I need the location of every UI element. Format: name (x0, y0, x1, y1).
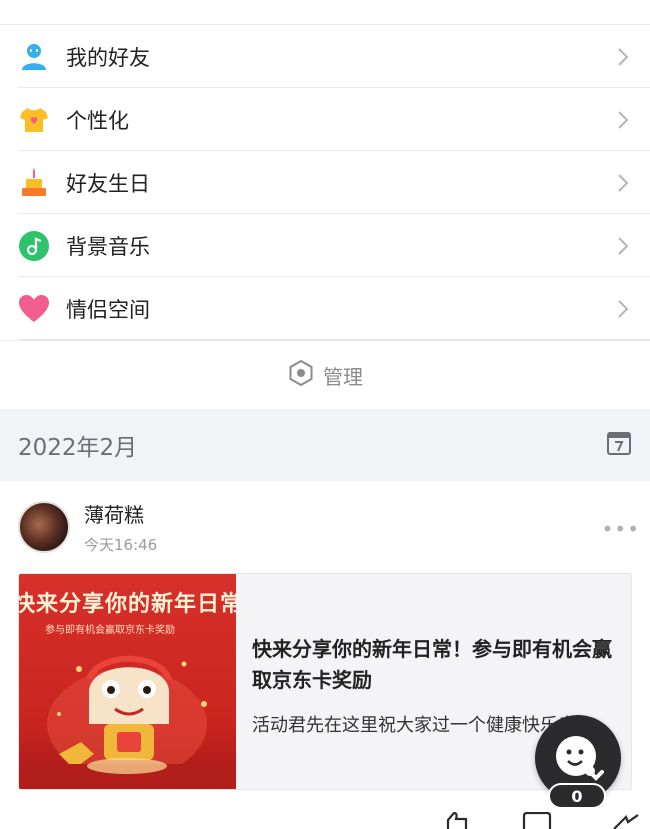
chevron-right-icon (608, 47, 638, 67)
share-icon[interactable] (608, 812, 650, 829)
menu-item-label: 情侣空间 (66, 297, 150, 322)
card-title: 快来分享你的新年日常！参与即有机会赢取京东卡奖励 (252, 637, 612, 692)
manage-label: 管理 (323, 364, 363, 389)
manage-button[interactable]: 管理 (0, 340, 650, 409)
comment-icon[interactable] (520, 811, 554, 829)
avatar[interactable] (18, 501, 70, 553)
tshirt-icon (17, 103, 51, 137)
menu-item-friend-birthday[interactable]: 好友生日 (0, 151, 650, 214)
more-options-icon[interactable]: ••• (602, 517, 640, 541)
month-label: 2022年2月 (18, 435, 138, 461)
month-header: 2022年2月 (0, 409, 650, 481)
assistant-badge-count: 0 (548, 783, 606, 809)
menu-item-background-music[interactable]: 背景音乐 (0, 214, 650, 277)
menu-item-my-friends[interactable]: 我的好友 (0, 25, 650, 88)
menu-item-label: 背景音乐 (66, 234, 150, 259)
music-icon (17, 229, 51, 263)
menu-item-couple-space[interactable]: 情侣空间 (0, 277, 650, 340)
chevron-right-icon (608, 299, 638, 319)
chevron-right-icon (608, 110, 638, 130)
post-username[interactable]: 薄荷糕 (84, 499, 157, 528)
lion-dance-illustration (19, 655, 236, 789)
calendar-icon[interactable] (606, 430, 632, 460)
smiley-face-icon (556, 736, 604, 781)
chevron-right-icon (608, 236, 638, 256)
friend-icon (17, 40, 51, 74)
heart-icon (17, 292, 51, 326)
like-icon[interactable] (440, 811, 474, 829)
top-strip (0, 0, 650, 25)
card-thumbnail: 快来分享你的新年日常 参与即有机会赢取京东卡奖励 (19, 574, 236, 789)
menu-item-label: 好友生日 (66, 171, 150, 196)
menu-item-label: 我的好友 (66, 45, 150, 70)
post-time: 今天16:46 (84, 536, 158, 554)
menu-list: 我的好友 个性化 好友生日 背景音乐 情侣空间 (0, 25, 650, 340)
post-header: 薄荷糕 今天16:46 ••• (18, 481, 639, 573)
chevron-right-icon (608, 173, 638, 193)
hexagon-settings-icon (287, 359, 315, 391)
post-action-bar (0, 811, 650, 829)
cake-icon (17, 166, 51, 200)
menu-item-personalize[interactable]: 个性化 (0, 88, 650, 151)
menu-item-label: 个性化 (66, 108, 129, 133)
